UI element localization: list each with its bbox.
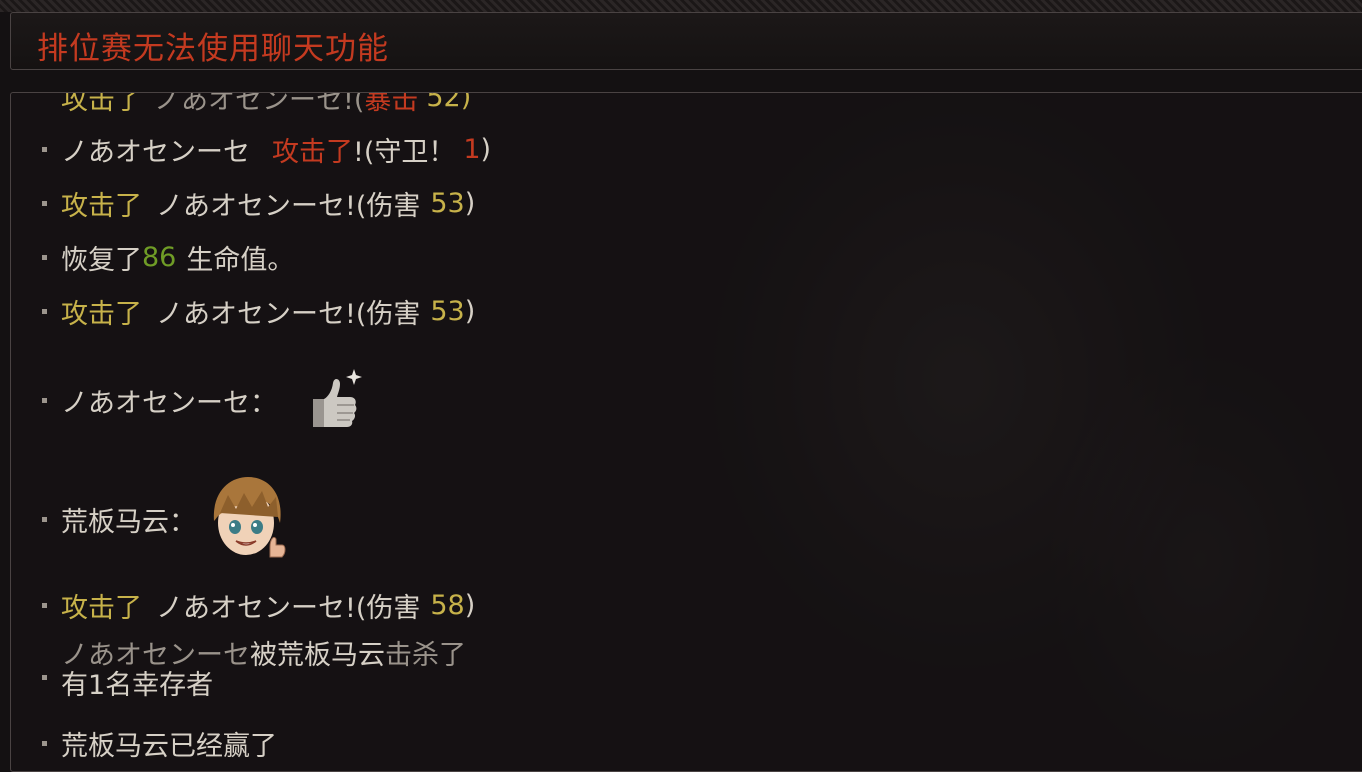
guard-value: 1 <box>463 133 481 165</box>
damage-value: 53 <box>430 295 465 327</box>
chat-line-content: 荒板马云： <box>61 473 290 565</box>
battle-log-panel[interactable]: 攻击了 ノあオセンーセ!( 暴击 52) ノあオセンーセ 攻击了 !(守卫！ 1… <box>10 92 1362 772</box>
log-text: ) <box>464 187 476 219</box>
bullet-icon <box>42 397 47 403</box>
chat-line-content: ノあオセンーセ 攻击了 !(守卫！ 1 ) <box>61 130 491 169</box>
chat-line-content: 攻击了 ノあオセンーセ!(伤害 53 ) <box>61 292 475 331</box>
chat-line-content: 荒板马云已经赢了 <box>61 724 277 763</box>
bullet-icon <box>42 516 47 522</box>
log-text: ノあオセンーセ!(伤害 <box>156 190 421 222</box>
bullet-icon <box>42 200 47 206</box>
player-name: 荒板马云： <box>61 506 196 538</box>
damage-value: 53 <box>430 187 465 219</box>
bullet-icon <box>42 740 47 746</box>
bullet-icon <box>42 146 47 152</box>
bullet-icon <box>42 254 47 260</box>
heal-value: 86 <box>142 241 177 273</box>
attack-verb: 攻击了 <box>272 136 353 168</box>
log-text: ) <box>480 133 492 165</box>
player-name: ノあオセンーセ <box>61 640 250 671</box>
attack-verb: 攻击了 <box>61 92 142 116</box>
victory-text: 荒板马云已经赢了 <box>61 730 277 762</box>
chat-line-content: 攻击了 ノあオセンーセ!(伤害 58 ) <box>61 586 475 625</box>
log-text: 击杀了 <box>385 640 466 671</box>
chat-line-content: 攻击了 ノあオセンーセ!(伤害 53 ) <box>61 184 475 223</box>
chat-header: 排位赛无法使用聊天功能 <box>10 12 1362 70</box>
log-text: 生命值。 <box>186 244 295 276</box>
damage-value: 52) <box>426 92 472 113</box>
log-text: ノあオセンーセ!(伤害 <box>156 592 421 624</box>
log-text: ) <box>464 589 476 621</box>
chat-line-content: ノあオセンーセ： <box>61 367 367 433</box>
log-text: ノあオセンーセ!(伤害 <box>156 298 421 330</box>
attack-verb: 攻击了 <box>61 190 142 222</box>
attack-verb: 攻击了 <box>61 298 142 330</box>
survivor-count-text: 有1名幸存者 <box>61 670 214 701</box>
kill-row: ノあオセンーセ 被 荒板马云 击杀了 <box>61 641 466 671</box>
log-text: 恢复了 <box>61 244 142 276</box>
chat-line-content: 恢复了 86 生命值。 <box>61 238 294 277</box>
player-name: 荒板马云 <box>277 640 385 671</box>
chat-line-content: 攻击了 ノあオセンーセ!( 暴击 52) <box>61 92 472 117</box>
player-name: ノあオセンーセ <box>61 136 250 168</box>
bullet-icon <box>42 602 47 608</box>
bullet-icon <box>42 308 47 314</box>
log-text: 被 <box>250 640 277 671</box>
bullet-icon <box>42 675 47 680</box>
damage-value: 58 <box>430 589 465 621</box>
anime-avatar-sticker-icon <box>213 477 286 558</box>
attack-verb: 攻击了 <box>61 592 142 624</box>
chat-line-content: ノあオセンーセ 被 荒板马云 击杀了 有1名幸存者 <box>61 641 466 701</box>
thumbs-up-sticker-icon <box>313 369 362 427</box>
log-text: ) <box>464 295 476 327</box>
player-name: ノあオセンーセ： <box>61 387 277 419</box>
log-text: ノあオセンーセ!( <box>154 92 365 116</box>
chat-disabled-title: 排位赛无法使用聊天功能 <box>37 31 389 67</box>
crit-label: 暴击 <box>364 92 419 116</box>
log-text: !(守卫！ <box>353 136 456 168</box>
